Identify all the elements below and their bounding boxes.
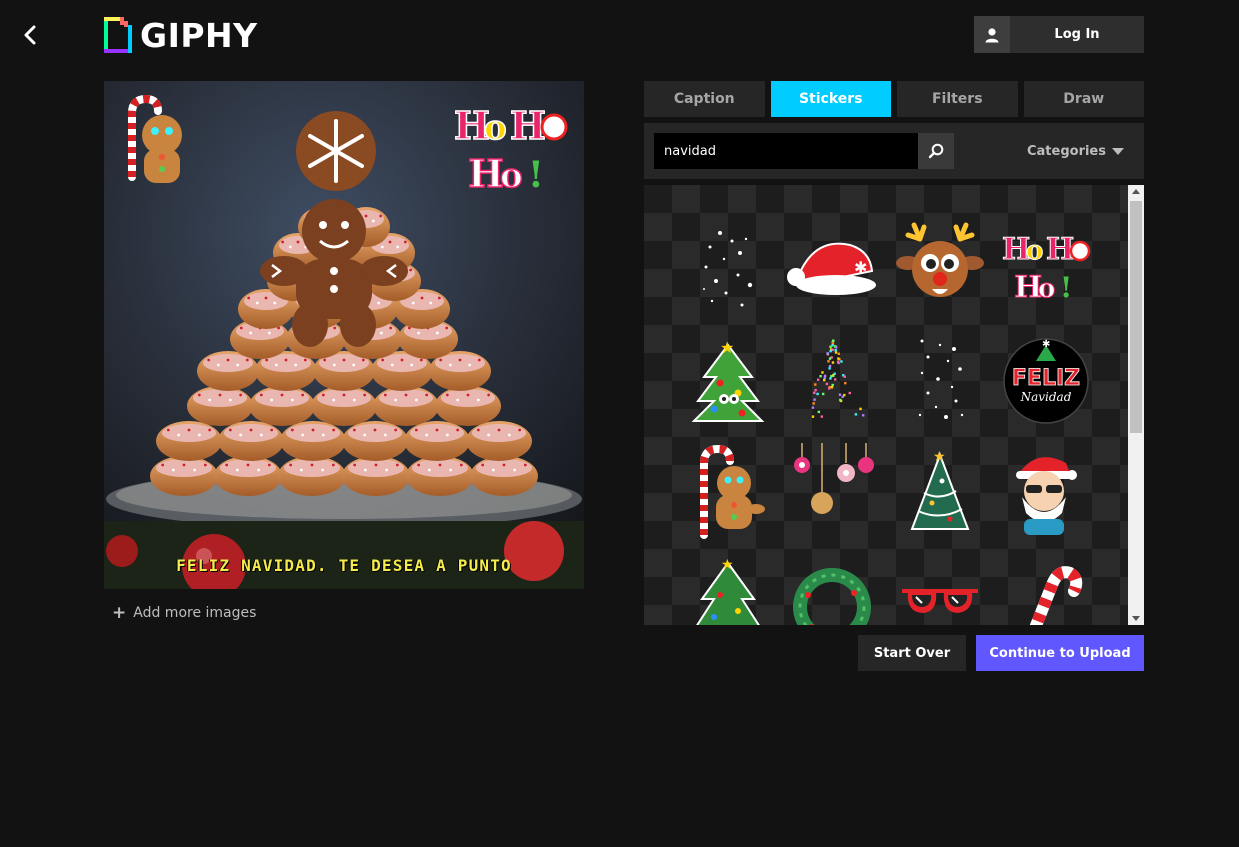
- svg-text:✱: ✱: [854, 258, 867, 277]
- sticker-reindeer[interactable]: [892, 219, 988, 315]
- sparkles-icon: [680, 219, 776, 315]
- confetti-tree-icon: [784, 331, 880, 427]
- categories-label: Categories: [1027, 144, 1106, 159]
- sticker-ho-ho-ho[interactable]: H o H H o !: [996, 219, 1092, 315]
- back-button[interactable]: [18, 22, 44, 48]
- svg-text:H: H: [510, 103, 546, 148]
- svg-text:★: ★: [721, 557, 734, 573]
- sticker-feliz-navidad-badge[interactable]: ✱ FELIZ Navidad: [996, 331, 1092, 427]
- user-icon: [984, 27, 1000, 43]
- ornaments-icon: [784, 443, 880, 539]
- preview-caption: FELIZ NAVIDAD. TE DESEA A PUNTO: [104, 556, 584, 575]
- small-tree-icon: ★: [680, 555, 776, 625]
- decorated-tree-icon: ★: [892, 443, 988, 539]
- tab-stickers[interactable]: Stickers: [771, 81, 892, 117]
- sticker-snow-sparkles[interactable]: [680, 219, 776, 315]
- sticker-confetti-tree[interactable]: [784, 331, 880, 427]
- sticker-christmas-tree[interactable]: ★: [680, 331, 776, 427]
- sticker-santa-hat[interactable]: ✱: [784, 219, 880, 315]
- add-more-label: Add more images: [133, 605, 256, 621]
- login-label: Log In: [1010, 16, 1144, 53]
- caret-down-icon: [1112, 148, 1124, 155]
- sticker-heart-sunglasses[interactable]: [892, 555, 988, 625]
- giphy-logo-icon: [104, 17, 132, 53]
- sticker-grid: ✱ H o H H o ! ★: [644, 185, 1128, 625]
- add-more-images-button[interactable]: + Add more images: [112, 602, 256, 624]
- candy-cane-icon: [996, 555, 1092, 625]
- sticker-ornaments[interactable]: [784, 443, 880, 539]
- christmas-tree-icon: ★: [680, 331, 776, 427]
- chevron-left-icon: [18, 22, 44, 48]
- plus-icon: +: [112, 603, 126, 623]
- svg-text:H: H: [468, 151, 504, 196]
- continue-to-upload-button[interactable]: Continue to Upload: [976, 635, 1144, 671]
- white-sparkles-icon: [892, 331, 988, 427]
- cool-santa-icon: [996, 443, 1092, 539]
- search-button[interactable]: [918, 133, 954, 169]
- svg-text:!: !: [1060, 271, 1072, 304]
- user-icon-box: [974, 16, 1010, 53]
- sticker-gingerbread-candy-cane[interactable]: [680, 443, 776, 539]
- wreath-icon: [784, 555, 880, 625]
- svg-text:!: !: [528, 154, 544, 196]
- sticker-search-input[interactable]: [654, 133, 918, 169]
- svg-text:Navidad: Navidad: [1020, 390, 1072, 404]
- svg-text:FELIZ: FELIZ: [1012, 366, 1080, 391]
- svg-text:★: ★: [720, 338, 734, 357]
- santa-hat-icon: ✱: [784, 219, 880, 315]
- scroll-up-icon[interactable]: [1132, 189, 1140, 194]
- categories-dropdown[interactable]: Categories: [1027, 133, 1124, 169]
- sticker-cool-santa[interactable]: [996, 443, 1092, 539]
- sticker-grid-scrollbar[interactable]: [1128, 185, 1144, 625]
- heart-sunglasses-icon: [892, 555, 988, 625]
- reindeer-icon: [892, 219, 988, 315]
- sticker-small-tree[interactable]: ★: [680, 555, 776, 625]
- search-icon: [928, 143, 944, 159]
- gingerbread-icon: [680, 443, 776, 539]
- sticker-white-sparkles[interactable]: [892, 331, 988, 427]
- sticker-wreath[interactable]: [784, 555, 880, 625]
- svg-text:★: ★: [933, 449, 946, 465]
- svg-text:o: o: [1026, 236, 1043, 266]
- tab-filters[interactable]: Filters: [897, 81, 1018, 117]
- svg-text:✱: ✱: [1042, 339, 1050, 350]
- tab-caption[interactable]: Caption: [644, 81, 765, 117]
- ho-ho-ho-icon: H o H H o !: [996, 219, 1092, 315]
- start-over-button[interactable]: Start Over: [858, 635, 966, 671]
- svg-text:o: o: [1038, 274, 1055, 304]
- editor-tabs: Caption Stickers Filters Draw: [644, 81, 1144, 117]
- sticker-decorated-tree[interactable]: ★: [892, 443, 988, 539]
- scroll-thumb[interactable]: [1130, 201, 1142, 433]
- logo-text: GIPHY: [140, 19, 258, 52]
- sticker-candy-cane[interactable]: [996, 555, 1092, 625]
- tab-draw[interactable]: Draw: [1024, 81, 1145, 117]
- sticker-search-bar: Categories: [644, 123, 1144, 179]
- svg-text:o: o: [484, 108, 507, 148]
- svg-text:o: o: [500, 156, 523, 196]
- giphy-logo[interactable]: GIPHY: [104, 16, 258, 54]
- donut-tree-image: H o H H o !: [104, 81, 584, 589]
- login-button[interactable]: Log In: [974, 16, 1144, 53]
- feliz-navidad-badge-icon: ✱ FELIZ Navidad: [996, 331, 1092, 427]
- scroll-down-icon[interactable]: [1132, 616, 1140, 621]
- gif-preview: H o H H o ! FELIZ NAVIDAD. TE DESEA A PU…: [104, 81, 584, 589]
